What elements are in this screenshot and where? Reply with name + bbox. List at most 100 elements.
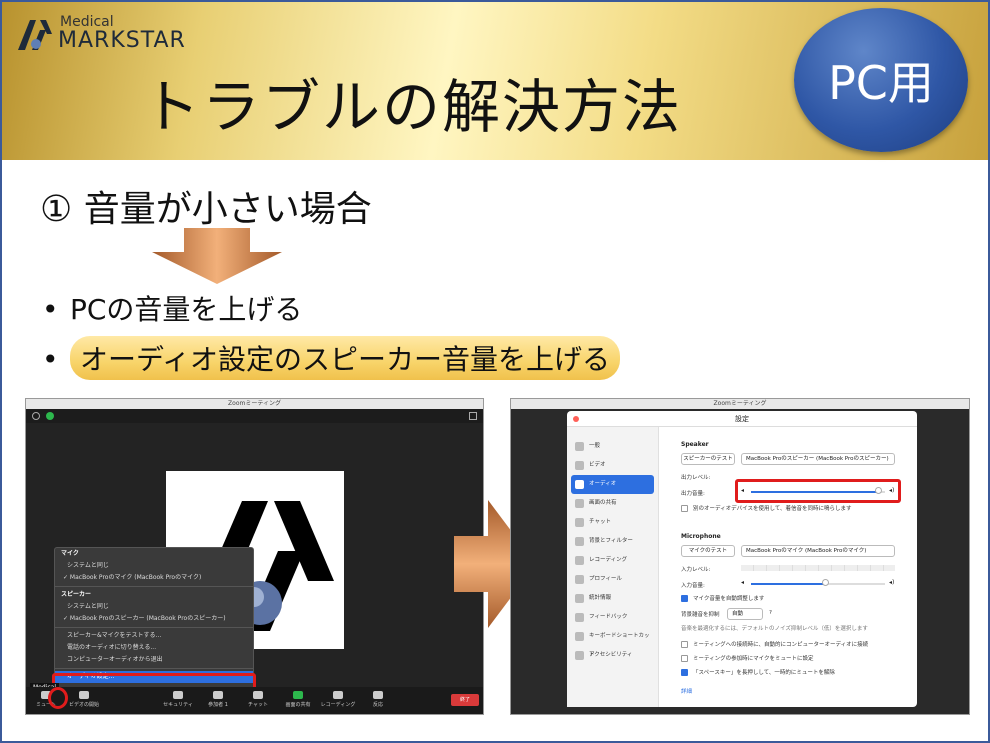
smiley-icon [373, 691, 383, 699]
bullet-dot: • [42, 293, 59, 326]
chat-icon [575, 518, 584, 527]
shield-icon [173, 691, 183, 699]
security-button[interactable]: セキュリティ [158, 687, 198, 708]
bullet-speaker-volume: • オーディオ設定のスピーカー音量を上げる [42, 336, 621, 380]
participants-count: 1 [224, 702, 228, 708]
sidebar-item-shortcuts[interactable]: キーボードショートカット [571, 627, 654, 658]
details-link[interactable]: 詳細 [681, 687, 692, 695]
background-icon [575, 537, 584, 546]
mute-on-join-label: ミーティングの参加時にマイクをミュートに設定 [693, 656, 814, 662]
menu-test-audio[interactable]: スピーカー&マイクをテストする... [55, 630, 253, 642]
sidebar-item-background[interactable]: 背景とフィルター [571, 532, 654, 551]
highlight-audio-chevron [48, 687, 68, 709]
space-unmute-checkbox[interactable] [681, 669, 688, 676]
fullscreen-icon[interactable] [469, 412, 477, 420]
bullet-pc-volume: • PCの音量を上げる [42, 288, 302, 328]
section-subtitle: ① 音量が小さい場合 [40, 189, 372, 230]
auto-join-audio-label: ミーティングへの接続時に、自動的にコンピューターオーディオに接続 [693, 642, 869, 648]
highlight-output-volume [735, 479, 901, 503]
settings-window: 設定 一般 ビデオ オーディオ 画面の共有 チャット 背景とフィルター レコーデ… [567, 411, 917, 707]
profile-icon [575, 575, 584, 584]
menu-divider [55, 586, 253, 587]
speaker-test-button[interactable]: スピーカーのテスト [681, 453, 735, 465]
camera-icon [79, 691, 89, 699]
logo: Medical MARKSTAR [16, 14, 236, 54]
settings-title-bar: 設定 [567, 411, 917, 427]
input-volume-slider[interactable] [751, 583, 885, 585]
sidebar-item-profile[interactable]: プロフィール [571, 570, 654, 589]
help-icon[interactable]: ? [769, 610, 772, 616]
output-level-label: 出力レベル: [681, 475, 711, 481]
slide: Medical MARKSTAR トラブルの解決方法 PC用 ① 音量が小さい場… [0, 0, 990, 743]
sidebar-item-statistics[interactable]: 統計情報 [571, 589, 654, 608]
record-icon [575, 556, 584, 565]
input-level-label: 入力レベル: [681, 567, 711, 573]
menu-switch-phone[interactable]: 電話のオーディオに切り替える... [55, 642, 253, 654]
speaker-device-select[interactable]: MacBook Proのスピーカー (MacBook Proのスピーカー) [741, 453, 895, 465]
markstar-logo-icon [18, 20, 52, 50]
sidebar-item-feedback[interactable]: フィードバック [571, 608, 654, 627]
mic-device-select[interactable]: MacBook Proのマイク (MacBook Proのマイク) [741, 545, 895, 557]
bullet-dot: • [42, 343, 59, 376]
mic-volume-low-icon: ◂ [741, 579, 745, 586]
menu-speaker-device[interactable]: ✓ MacBook Proのスピーカー (MacBook Proのスピーカー) [55, 613, 253, 625]
chat-icon [253, 691, 263, 699]
sidebar-item-share-screen[interactable]: 画面の共有 [571, 494, 654, 513]
microphone-heading: Microphone [681, 533, 721, 540]
gear-icon [575, 442, 584, 451]
video-button[interactable]: ビデオの開始 [64, 687, 104, 708]
people-icon [213, 691, 223, 699]
feedback-icon [575, 613, 584, 622]
close-icon[interactable] [573, 416, 579, 422]
info-icon[interactable] [32, 412, 40, 420]
keyboard-icon [575, 632, 584, 641]
suppress-note: 音楽を最適化するには、デフォルトのノイズ抑制レベル（低）を選択します [681, 626, 868, 632]
input-volume-knob[interactable] [821, 579, 829, 586]
auto-adjust-checkbox[interactable] [681, 595, 688, 602]
sidebar-item-recording[interactable]: レコーディング [571, 551, 654, 570]
sidebar-item-chat[interactable]: チャット [571, 513, 654, 532]
zoom-meeting-screenshot: Zoomミーティング マイク システムと同じ ✓ MacBook Proのマイク… [25, 398, 484, 715]
highlighted-bullet-text: オーディオ設定のスピーカー音量を上げる [70, 336, 621, 380]
input-volume-fill [751, 583, 825, 585]
menu-leave-audio[interactable]: コンピューターオーディオから退出 [55, 654, 253, 666]
suppress-noise-select[interactable]: 自動 [727, 608, 763, 620]
mic-test-button[interactable]: マイクのテスト [681, 545, 735, 557]
sidebar-item-general[interactable]: 一般 [571, 437, 654, 456]
sidebar-item-audio[interactable]: オーディオ [571, 475, 654, 494]
record-button[interactable]: レコーディング [318, 687, 358, 708]
down-arrow-icon [152, 228, 282, 284]
separate-device-label: 別のオーディオデバイスを使用して、着信音を同時に鳴らします [693, 506, 852, 512]
menu-divider [55, 668, 253, 669]
share-icon [293, 691, 303, 699]
end-meeting-button[interactable]: 終了 [451, 694, 479, 706]
window-title: Zoomミーティング [511, 399, 969, 409]
input-level-meter [741, 565, 895, 571]
mic-volume-high-icon: ◂) [889, 579, 895, 586]
chat-button[interactable]: チャット [238, 687, 278, 708]
mute-on-join-checkbox[interactable] [681, 655, 688, 662]
separate-device-checkbox[interactable] [681, 505, 688, 512]
audio-menu: マイク システムと同じ ✓ MacBook Proのマイク (MacBook P… [54, 547, 254, 689]
menu-speaker-header: スピーカー [61, 591, 92, 598]
participants-button[interactable]: 参加者 1 [198, 687, 238, 708]
zoom-top-bar [26, 409, 483, 423]
settings-sidebar: 一般 ビデオ オーディオ 画面の共有 チャット 背景とフィルター レコーディング… [567, 427, 659, 707]
suppress-noise-label: 背景雑音を抑制 [681, 612, 720, 618]
input-volume-label: 入力音量: [681, 583, 705, 589]
auto-join-audio-checkbox[interactable] [681, 641, 688, 648]
reactions-button[interactable]: 反応 [358, 687, 398, 708]
logo-name-text: MARKSTAR [58, 28, 186, 53]
menu-speaker-system[interactable]: システムと同じ [55, 601, 253, 613]
accessibility-icon [575, 651, 584, 660]
menu-divider [55, 627, 253, 628]
shield-icon[interactable] [46, 412, 54, 420]
sidebar-item-accessibility[interactable]: アクセシビリティ [571, 646, 654, 665]
pc-badge: PC用 [794, 8, 968, 152]
bullet-text: PCの音量を上げる [70, 293, 303, 326]
share-screen-button[interactable]: 画面の共有 [278, 687, 318, 708]
record-icon [333, 691, 343, 699]
menu-mic-device[interactable]: ✓ MacBook Proのマイク (MacBook Proのマイク) [55, 572, 253, 584]
menu-mic-system[interactable]: システムと同じ [55, 560, 253, 572]
sidebar-item-video[interactable]: ビデオ [571, 456, 654, 475]
